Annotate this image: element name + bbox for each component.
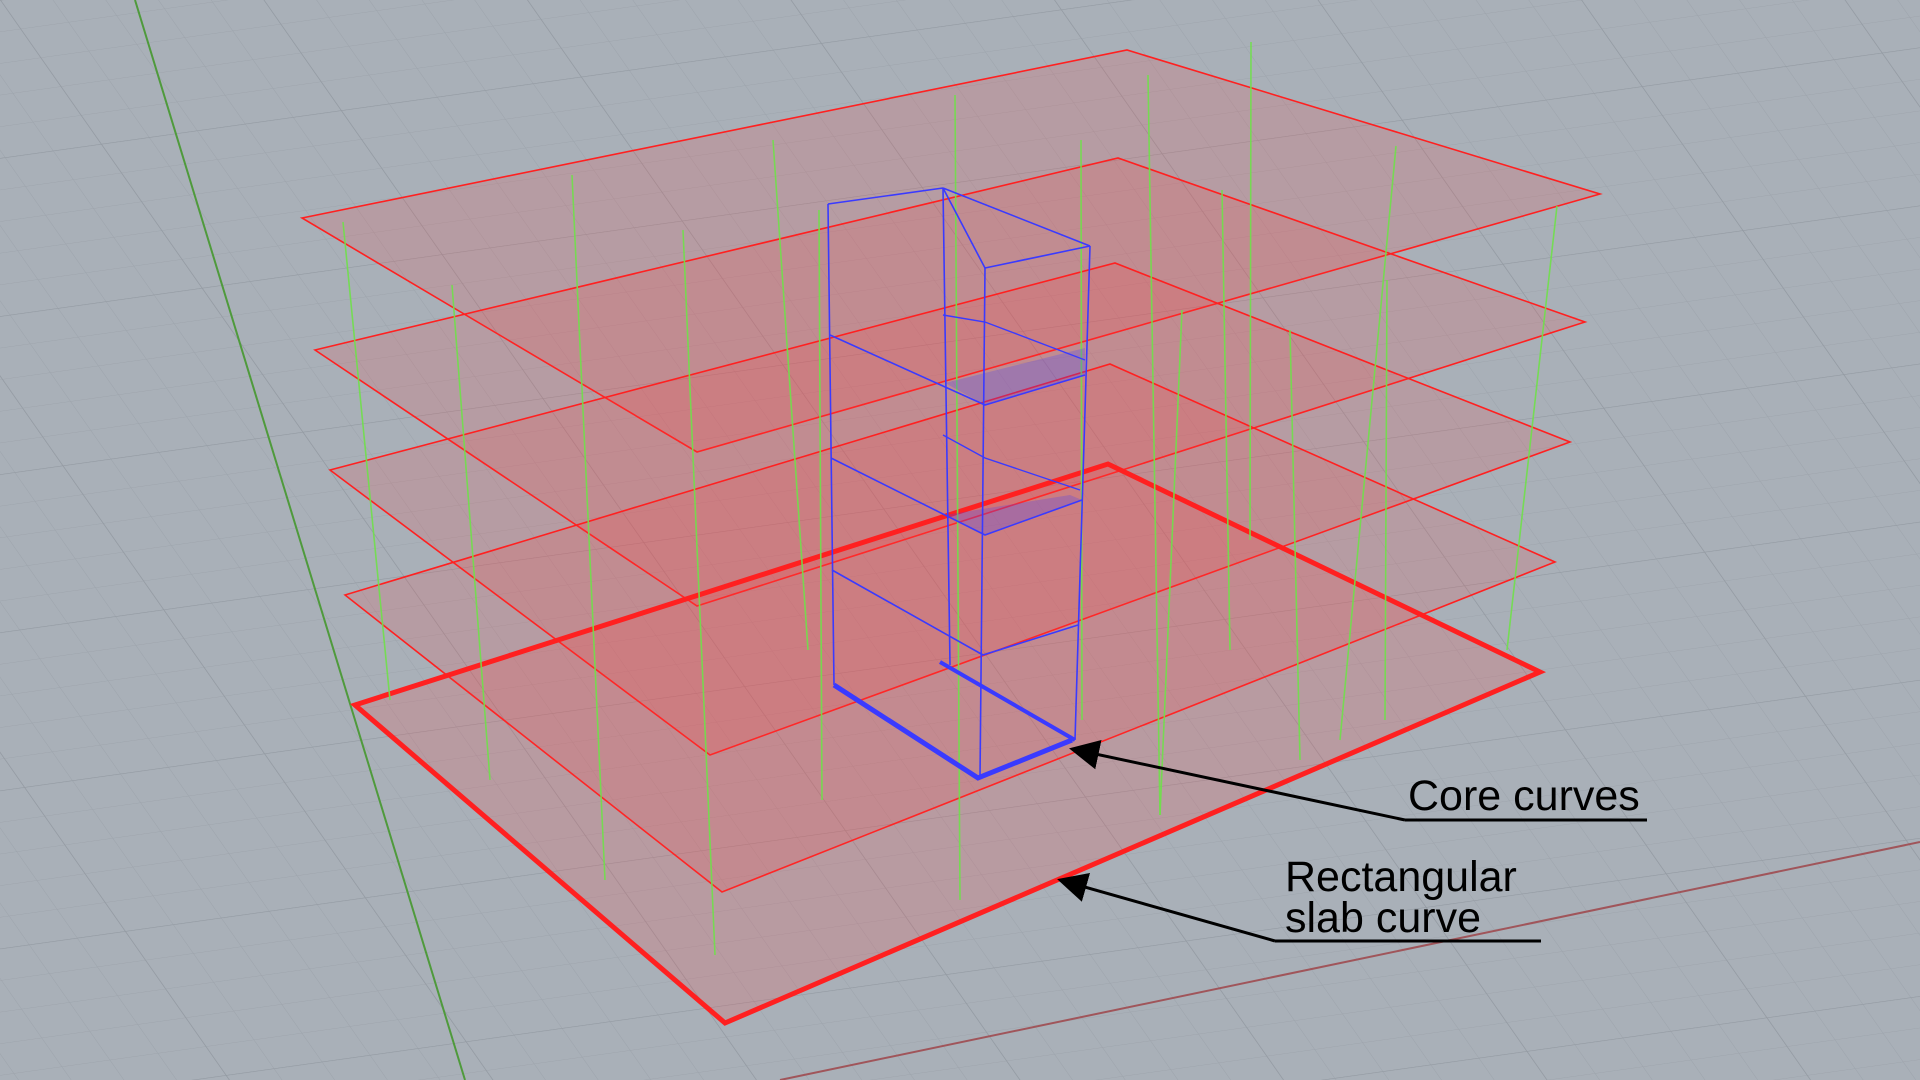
- core-label: Core curves: [1408, 772, 1640, 820]
- slab-label-line-2: slab curve: [1285, 894, 1481, 942]
- column-8: [1080, 139, 1083, 721]
- viewport-canvas[interactable]: Core curves Rectangular slab curve: [0, 0, 1920, 1080]
- rhino-viewport[interactable]: Core curves Rectangular slab curve: [0, 0, 1920, 1080]
- column-11: [1249, 41, 1252, 541]
